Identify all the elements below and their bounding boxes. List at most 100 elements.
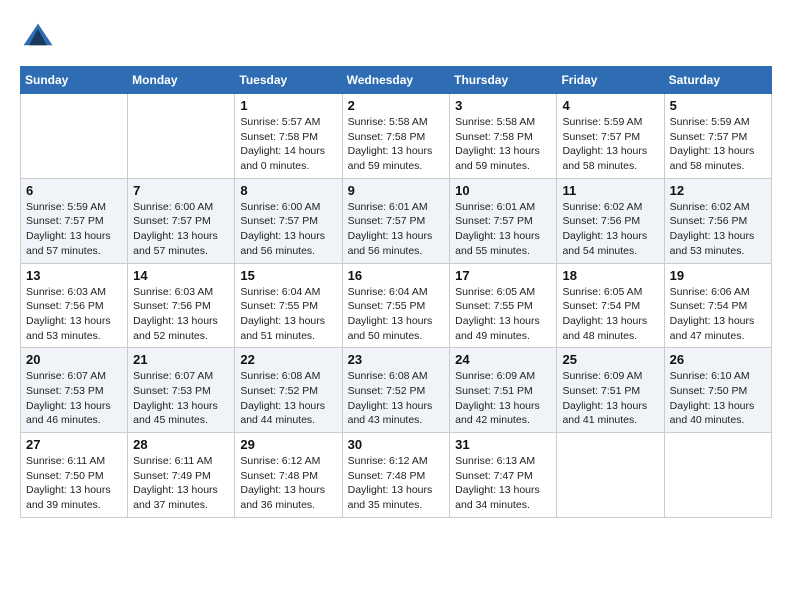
day-info: Sunrise: 6:13 AM Sunset: 7:47 PM Dayligh… [455, 454, 551, 513]
calendar-cell: 13 Sunrise: 6:03 AM Sunset: 7:56 PM Dayli… [21, 263, 128, 348]
logo [20, 20, 60, 56]
calendar-cell: 3 Sunrise: 5:58 AM Sunset: 7:58 PM Daylig… [450, 94, 557, 179]
day-info: Sunrise: 6:09 AM Sunset: 7:51 PM Dayligh… [455, 369, 551, 428]
day-info: Sunrise: 6:07 AM Sunset: 7:53 PM Dayligh… [133, 369, 229, 428]
calendar-cell: 14 Sunrise: 6:03 AM Sunset: 7:56 PM Dayli… [128, 263, 235, 348]
day-info: Sunrise: 6:01 AM Sunset: 7:57 PM Dayligh… [348, 200, 445, 259]
day-number: 2 [348, 98, 445, 113]
day-number: 31 [455, 437, 551, 452]
day-number: 14 [133, 268, 229, 283]
day-info: Sunrise: 6:08 AM Sunset: 7:52 PM Dayligh… [348, 369, 445, 428]
day-number: 29 [240, 437, 336, 452]
calendar-cell: 22 Sunrise: 6:08 AM Sunset: 7:52 PM Dayli… [235, 348, 342, 433]
weekday-header-sunday: Sunday [21, 67, 128, 94]
day-number: 15 [240, 268, 336, 283]
calendar-cell: 27Sunrise: 6:11 AM Sunset: 7:50 PM Dayli… [21, 433, 128, 518]
day-number: 3 [455, 98, 551, 113]
day-info: Sunrise: 6:04 AM Sunset: 7:55 PM Dayligh… [348, 285, 445, 344]
day-number: 13 [26, 268, 122, 283]
day-number: 1 [240, 98, 336, 113]
calendar-cell [557, 433, 664, 518]
page-header [20, 20, 772, 56]
day-number: 7 [133, 183, 229, 198]
weekday-header-tuesday: Tuesday [235, 67, 342, 94]
calendar-cell: 16 Sunrise: 6:04 AM Sunset: 7:55 PM Dayli… [342, 263, 450, 348]
day-info: Sunrise: 5:59 AM Sunset: 7:57 PM Dayligh… [670, 115, 766, 174]
calendar-cell: 17 Sunrise: 6:05 AM Sunset: 7:55 PM Dayli… [450, 263, 557, 348]
week-row-1: 1Sunrise: 5:57 AM Sunset: 7:58 PM Daylig… [21, 94, 772, 179]
day-number: 20 [26, 352, 122, 367]
weekday-header-row: SundayMondayTuesdayWednesdayThursdayFrid… [21, 67, 772, 94]
logo-icon [20, 20, 56, 56]
day-info: Sunrise: 5:58 AM Sunset: 7:58 PM Dayligh… [348, 115, 445, 174]
calendar-cell: 1Sunrise: 5:57 AM Sunset: 7:58 PM Daylig… [235, 94, 342, 179]
day-info: Sunrise: 6:00 AM Sunset: 7:57 PM Dayligh… [133, 200, 229, 259]
day-info: Sunrise: 6:05 AM Sunset: 7:55 PM Dayligh… [455, 285, 551, 344]
day-number: 26 [670, 352, 766, 367]
day-info: Sunrise: 6:10 AM Sunset: 7:50 PM Dayligh… [670, 369, 766, 428]
calendar-cell: 23 Sunrise: 6:08 AM Sunset: 7:52 PM Dayli… [342, 348, 450, 433]
calendar-cell: 15Sunrise: 6:04 AM Sunset: 7:55 PM Dayli… [235, 263, 342, 348]
day-number: 8 [240, 183, 336, 198]
day-number: 5 [670, 98, 766, 113]
day-info: Sunrise: 6:07 AM Sunset: 7:53 PM Dayligh… [26, 369, 122, 428]
day-info: Sunrise: 5:59 AM Sunset: 7:57 PM Dayligh… [562, 115, 658, 174]
day-info: Sunrise: 6:08 AM Sunset: 7:52 PM Dayligh… [240, 369, 336, 428]
day-info: Sunrise: 6:02 AM Sunset: 7:56 PM Dayligh… [670, 200, 766, 259]
week-row-5: 27Sunrise: 6:11 AM Sunset: 7:50 PM Dayli… [21, 433, 772, 518]
calendar-cell: 25 Sunrise: 6:09 AM Sunset: 7:51 PM Dayli… [557, 348, 664, 433]
calendar-cell: 30Sunrise: 6:12 AM Sunset: 7:48 PM Dayli… [342, 433, 450, 518]
day-number: 25 [562, 352, 658, 367]
calendar-cell: 26 Sunrise: 6:10 AM Sunset: 7:50 PM Dayli… [664, 348, 771, 433]
weekday-header-wednesday: Wednesday [342, 67, 450, 94]
week-row-4: 20 Sunrise: 6:07 AM Sunset: 7:53 PM Dayli… [21, 348, 772, 433]
calendar-cell: 2 Sunrise: 5:58 AM Sunset: 7:58 PM Daylig… [342, 94, 450, 179]
day-number: 23 [348, 352, 445, 367]
day-info: Sunrise: 5:58 AM Sunset: 7:58 PM Dayligh… [455, 115, 551, 174]
calendar-cell [128, 94, 235, 179]
day-info: Sunrise: 6:12 AM Sunset: 7:48 PM Dayligh… [348, 454, 445, 513]
day-info: Sunrise: 6:11 AM Sunset: 7:50 PM Dayligh… [26, 454, 122, 513]
weekday-header-monday: Monday [128, 67, 235, 94]
calendar-cell: 7 Sunrise: 6:00 AM Sunset: 7:57 PM Daylig… [128, 178, 235, 263]
day-number: 22 [240, 352, 336, 367]
day-info: Sunrise: 6:00 AM Sunset: 7:57 PM Dayligh… [240, 200, 336, 259]
day-info: Sunrise: 6:11 AM Sunset: 7:49 PM Dayligh… [133, 454, 229, 513]
day-number: 24 [455, 352, 551, 367]
day-info: Sunrise: 6:12 AM Sunset: 7:48 PM Dayligh… [240, 454, 336, 513]
calendar-cell: 24 Sunrise: 6:09 AM Sunset: 7:51 PM Dayli… [450, 348, 557, 433]
calendar-cell: 29 Sunrise: 6:12 AM Sunset: 7:48 PM Dayli… [235, 433, 342, 518]
calendar-table: SundayMondayTuesdayWednesdayThursdayFrid… [20, 66, 772, 518]
weekday-header-friday: Friday [557, 67, 664, 94]
day-number: 17 [455, 268, 551, 283]
calendar-cell: 12Sunrise: 6:02 AM Sunset: 7:56 PM Dayli… [664, 178, 771, 263]
calendar-cell: 19Sunrise: 6:06 AM Sunset: 7:54 PM Dayli… [664, 263, 771, 348]
day-number: 10 [455, 183, 551, 198]
day-number: 16 [348, 268, 445, 283]
day-number: 21 [133, 352, 229, 367]
calendar-cell: 4 Sunrise: 5:59 AM Sunset: 7:57 PM Daylig… [557, 94, 664, 179]
weekday-header-thursday: Thursday [450, 67, 557, 94]
day-info: Sunrise: 6:02 AM Sunset: 7:56 PM Dayligh… [562, 200, 658, 259]
day-number: 28 [133, 437, 229, 452]
calendar-cell [21, 94, 128, 179]
week-row-3: 13 Sunrise: 6:03 AM Sunset: 7:56 PM Dayli… [21, 263, 772, 348]
day-info: Sunrise: 5:59 AM Sunset: 7:57 PM Dayligh… [26, 200, 122, 259]
day-info: Sunrise: 6:09 AM Sunset: 7:51 PM Dayligh… [562, 369, 658, 428]
calendar-cell: 10Sunrise: 6:01 AM Sunset: 7:57 PM Dayli… [450, 178, 557, 263]
calendar-cell [664, 433, 771, 518]
day-number: 4 [562, 98, 658, 113]
calendar-cell: 11 Sunrise: 6:02 AM Sunset: 7:56 PM Dayli… [557, 178, 664, 263]
day-info: Sunrise: 6:03 AM Sunset: 7:56 PM Dayligh… [26, 285, 122, 344]
day-info: Sunrise: 6:05 AM Sunset: 7:54 PM Dayligh… [562, 285, 658, 344]
calendar-cell: 5 Sunrise: 5:59 AM Sunset: 7:57 PM Daylig… [664, 94, 771, 179]
day-info: Sunrise: 6:06 AM Sunset: 7:54 PM Dayligh… [670, 285, 766, 344]
calendar-cell: 21 Sunrise: 6:07 AM Sunset: 7:53 PM Dayli… [128, 348, 235, 433]
day-number: 11 [562, 183, 658, 198]
day-number: 6 [26, 183, 122, 198]
day-info: Sunrise: 6:03 AM Sunset: 7:56 PM Dayligh… [133, 285, 229, 344]
calendar-cell: 18Sunrise: 6:05 AM Sunset: 7:54 PM Dayli… [557, 263, 664, 348]
calendar-cell: 6 Sunrise: 5:59 AM Sunset: 7:57 PM Daylig… [21, 178, 128, 263]
weekday-header-saturday: Saturday [664, 67, 771, 94]
week-row-2: 6 Sunrise: 5:59 AM Sunset: 7:57 PM Daylig… [21, 178, 772, 263]
